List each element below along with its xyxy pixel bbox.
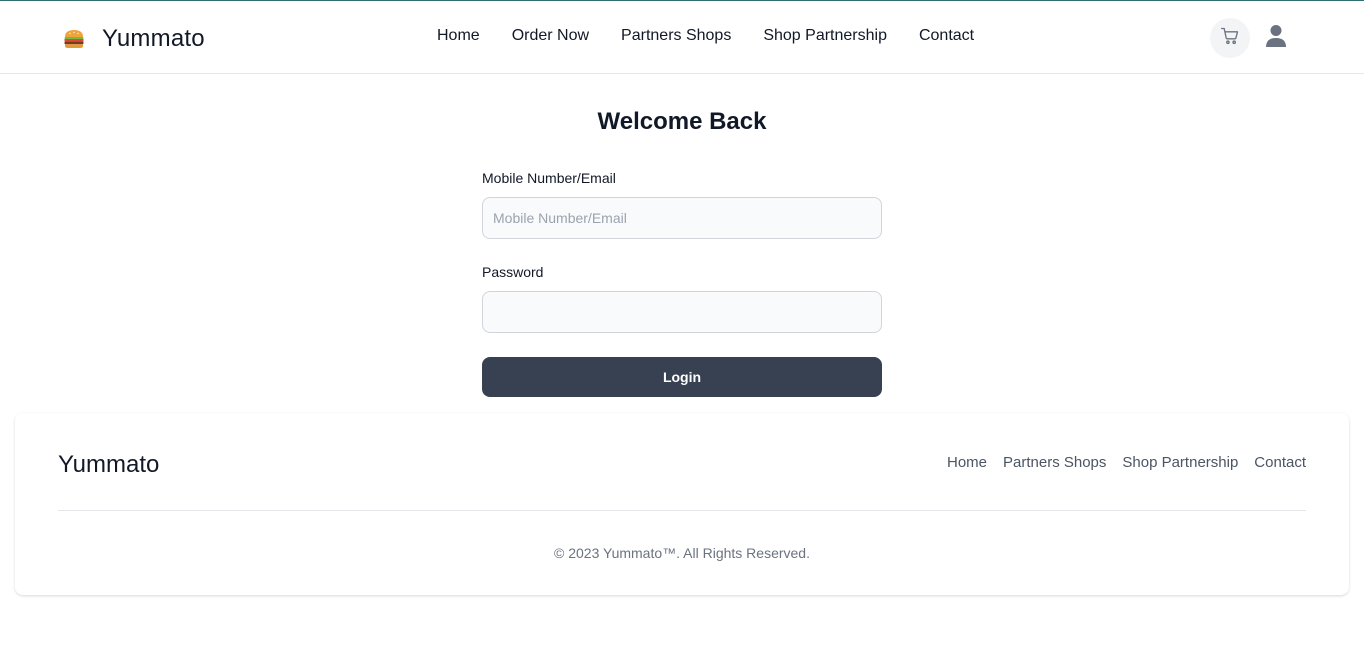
- footer-divider: [58, 510, 1306, 511]
- footer-link-contact[interactable]: Contact: [1254, 454, 1306, 471]
- footer-link-home[interactable]: Home: [947, 454, 987, 471]
- page-title: Welcome Back: [597, 108, 767, 135]
- burger-icon: [62, 27, 86, 51]
- login-button[interactable]: Login: [482, 357, 882, 397]
- password-label: Password: [482, 264, 544, 280]
- identifier-input[interactable]: [482, 197, 882, 239]
- nav-home[interactable]: Home: [437, 27, 480, 45]
- identifier-field-group: Mobile Number/Email: [482, 170, 882, 239]
- footer-link-partners-shops[interactable]: Partners Shops: [1003, 454, 1106, 471]
- nav-partners-shops[interactable]: Partners Shops: [621, 27, 731, 45]
- brand-link[interactable]: Yummato: [62, 25, 205, 53]
- copyright-text: © 2023 Yummato™. All Rights Reserved.: [554, 545, 810, 561]
- user-menu-button[interactable]: [1264, 24, 1288, 53]
- brand-name: Yummato: [102, 25, 205, 52]
- nav-order-now[interactable]: Order Now: [512, 27, 589, 45]
- login-form: Mobile Number/Email Password Login: [482, 170, 882, 397]
- password-input[interactable]: [482, 291, 882, 333]
- user-icon: [1265, 24, 1287, 53]
- identifier-label: Mobile Number/Email: [482, 170, 616, 186]
- site-footer: Yummato Home Partners Shops Shop Partner…: [15, 413, 1349, 595]
- site-header: Yummato Home Order Now Partners Shops Sh…: [0, 1, 1364, 74]
- shopping-cart-icon: [1220, 26, 1240, 51]
- cart-button[interactable]: [1210, 18, 1250, 58]
- footer-nav: Home Partners Shops Shop Partnership Con…: [931, 454, 1306, 471]
- nav-shop-partnership[interactable]: Shop Partnership: [763, 27, 887, 45]
- footer-link-shop-partnership[interactable]: Shop Partnership: [1122, 454, 1238, 471]
- main-nav: Home Order Now Partners Shops Shop Partn…: [437, 27, 974, 45]
- footer-brand[interactable]: Yummato: [58, 451, 159, 479]
- password-field-group: Password: [482, 264, 882, 333]
- nav-contact[interactable]: Contact: [919, 27, 974, 45]
